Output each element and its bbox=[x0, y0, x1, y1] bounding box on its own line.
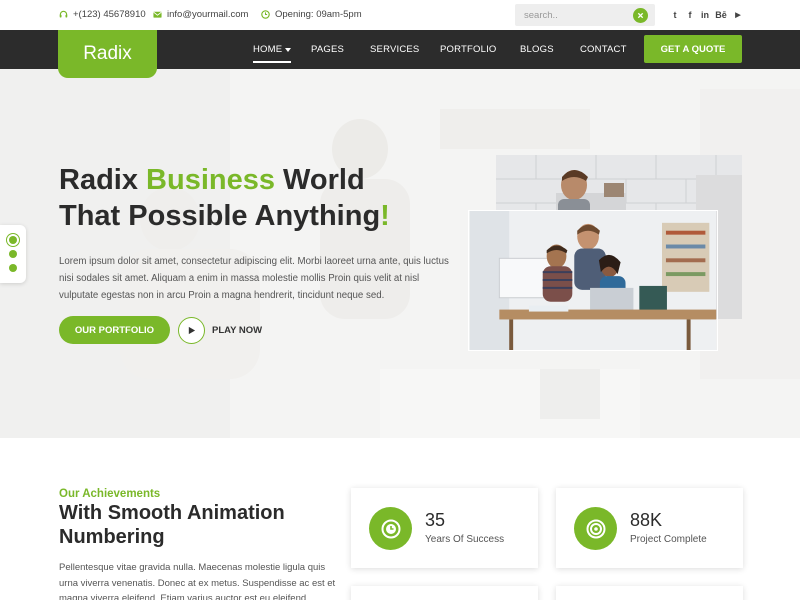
slider-dots bbox=[0, 225, 26, 283]
target-icon bbox=[586, 519, 605, 538]
clock-small-icon bbox=[261, 10, 270, 19]
close-icon bbox=[637, 12, 644, 19]
facebook-icon[interactable]: f bbox=[685, 9, 695, 21]
stat-label: Years Of Success bbox=[425, 534, 505, 545]
achievements-kicker: Our Achievements bbox=[59, 488, 161, 500]
phone-text: +(123) 45678910 bbox=[73, 9, 146, 20]
twitter-icon[interactable]: t bbox=[670, 9, 680, 21]
hours-text: Opening: 09am-5pm bbox=[275, 9, 362, 20]
get-a-quote-button[interactable]: GET A QUOTE bbox=[644, 35, 742, 63]
hero-title-exclamation: ! bbox=[380, 200, 390, 232]
linkedin-icon[interactable]: in bbox=[698, 9, 712, 21]
hero-photo-front bbox=[468, 210, 718, 351]
stat-label: Project Complete bbox=[630, 534, 707, 545]
email-info[interactable]: info@yourmail.com bbox=[153, 9, 248, 20]
stat-icon-circle bbox=[574, 507, 617, 550]
slider-dot-2[interactable] bbox=[9, 250, 17, 258]
nav-item-portfolio[interactable]: PORTFOLIO bbox=[440, 44, 497, 55]
chevron-down-icon bbox=[285, 48, 292, 52]
phone-info[interactable]: +(123) 45678910 bbox=[59, 9, 146, 20]
slider-dot-3[interactable] bbox=[9, 264, 17, 272]
nav-item-blogs[interactable]: BLOGS bbox=[520, 44, 554, 55]
stat-value: 35 bbox=[425, 510, 446, 530]
search-input[interactable] bbox=[515, 4, 627, 26]
behance-icon[interactable]: Bē bbox=[714, 9, 728, 21]
hero-description: Lorem ipsum dolor sit amet, consectetur … bbox=[59, 256, 449, 301]
stat-card: 88K Project Complete bbox=[556, 488, 743, 568]
play-button[interactable] bbox=[178, 317, 205, 344]
stat-value: 88K bbox=[630, 510, 663, 530]
stat-card-partial bbox=[556, 586, 743, 600]
envelope-icon bbox=[153, 11, 162, 18]
nav-item-home-label: HOME bbox=[253, 44, 283, 55]
nav-item-home[interactable]: HOME bbox=[253, 44, 292, 63]
hero-title-part1: Radix bbox=[59, 164, 147, 196]
nav-item-services[interactable]: SERVICES bbox=[370, 44, 419, 55]
youtube-icon[interactable]: ▶ bbox=[732, 9, 744, 21]
email-text: info@yourmail.com bbox=[167, 9, 249, 20]
top-info-bar: +(123) 45678910 info@yourmail.com Openin… bbox=[0, 0, 800, 30]
achievements-title: With Smooth Animation Numbering bbox=[59, 502, 285, 548]
nav-item-pages[interactable]: PAGES bbox=[311, 44, 344, 55]
stat-icon-circle bbox=[369, 507, 412, 550]
stat-card: 35 Years Of Success bbox=[351, 488, 538, 568]
achievements-description: Pellentesque vitae gravida nulla. Maecen… bbox=[59, 562, 336, 600]
hero-title: Radix Business World That Possible Anyth… bbox=[59, 162, 390, 234]
search-button[interactable] bbox=[633, 8, 648, 23]
headset-icon bbox=[59, 10, 68, 18]
nav-item-contact[interactable]: CONTACT bbox=[580, 44, 627, 55]
site-logo[interactable]: Radix bbox=[58, 30, 157, 78]
clock-icon bbox=[381, 519, 400, 538]
play-icon bbox=[188, 326, 196, 335]
stat-card-partial bbox=[351, 586, 538, 600]
hero-title-highlight: Business bbox=[146, 164, 275, 196]
search-box bbox=[515, 4, 655, 26]
hero-title-line2: That Possible Anything bbox=[59, 200, 381, 232]
hours-info: Opening: 09am-5pm bbox=[261, 9, 362, 20]
hero-title-part2: World bbox=[274, 164, 365, 196]
slider-dot-1[interactable] bbox=[9, 236, 17, 244]
our-portfolio-button[interactable]: OUR PORTFOLIO bbox=[59, 316, 170, 344]
play-now-label[interactable]: PLAY NOW bbox=[212, 325, 262, 336]
